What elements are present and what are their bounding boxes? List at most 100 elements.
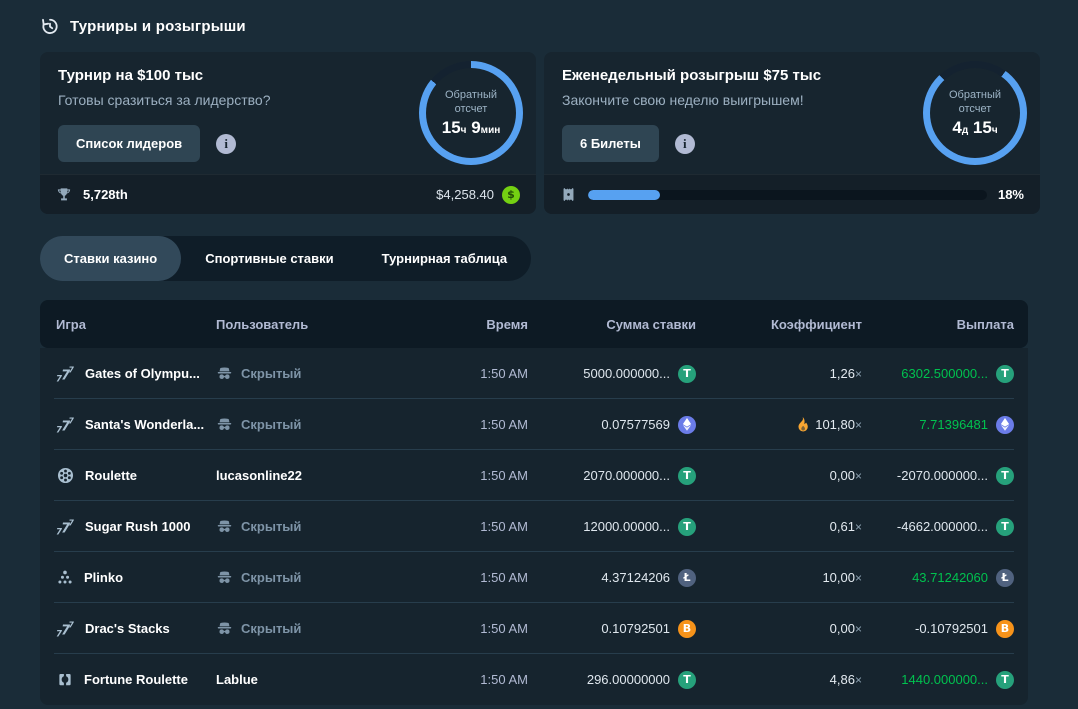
roulette-icon <box>56 466 75 485</box>
tournament-timer-icon <box>40 16 60 36</box>
game-cell[interactable]: Roulette <box>40 466 216 485</box>
tournament-card-footer: 5,728th $4,258.40 $ <box>40 174 536 214</box>
bet-amount-cell: 0.10792501 B <box>528 620 714 638</box>
column-header-time: Время <box>396 317 528 332</box>
tether-coin-icon: T <box>996 518 1014 536</box>
username: Lablue <box>216 672 258 687</box>
tether-coin-icon: T <box>678 467 696 485</box>
username: lucasonline22 <box>216 468 302 483</box>
tether-coin-icon: T <box>678 671 696 689</box>
tab-0[interactable]: Ставки казино <box>40 236 181 281</box>
incognito-icon <box>216 518 233 535</box>
plinko-icon <box>56 569 74 587</box>
svg-text:7: 7 <box>69 519 75 528</box>
game-cell[interactable]: 777 Sugar Rush 1000 <box>40 517 216 536</box>
user-cell[interactable]: lucasonline22 <box>216 468 396 483</box>
bet-amount: 296.00000000 <box>587 672 670 687</box>
raffle-progress-label: 18% <box>998 187 1024 202</box>
bet-amount: 5000.000000... <box>583 366 670 381</box>
leaderboard-button[interactable]: Список лидеров <box>58 125 200 162</box>
game-cell[interactable]: Fortune Roulette <box>40 671 216 689</box>
game-cell[interactable]: 777 Gates of Olympu... <box>40 364 216 383</box>
tab-2[interactable]: Турнирная таблица <box>358 236 531 281</box>
time-cell: 1:50 AM <box>396 468 528 483</box>
user-cell: Скрытый <box>216 365 396 382</box>
incognito-icon <box>216 569 233 586</box>
payout-amount: -4662.000000... <box>897 519 988 534</box>
table-header: Игра Пользователь Время Сумма ставки Коэ… <box>40 300 1028 348</box>
info-icon[interactable]: i <box>216 134 236 154</box>
table-body: 777 Gates of Olympu... Скрытый 1:50 AM 5… <box>40 348 1028 705</box>
multiplier-value: 1,26× <box>830 366 862 381</box>
tether-coin-icon: T <box>996 671 1014 689</box>
live-casino-icon <box>56 671 74 689</box>
tether-coin-icon: T <box>996 365 1014 383</box>
time-cell: 1:50 AM <box>396 519 528 534</box>
page-title: Турниры и розыгрыши <box>70 18 246 35</box>
payout-cell: 7.71396481 <box>864 416 1028 434</box>
game-cell[interactable]: 777 Santa's Wonderla... <box>40 415 216 434</box>
user-cell[interactable]: Lablue <box>216 672 396 687</box>
user-cell: Скрытый <box>216 620 396 637</box>
btc-coin-icon: B <box>678 620 696 638</box>
svg-text:7: 7 <box>69 366 75 375</box>
countdown-value: 4д 15ч <box>952 118 997 138</box>
game-cell[interactable]: 777 Drac's Stacks <box>40 619 216 638</box>
multiplier-cell: 1,26× <box>714 366 864 381</box>
table-row[interactable]: 777 Sugar Rush 1000 Скрытый 1:50 AM 1200… <box>40 501 1028 552</box>
time-cell: 1:50 AM <box>396 621 528 636</box>
usd-coin-icon: $ <box>502 186 520 204</box>
bet-amount: 0.10792501 <box>601 621 670 636</box>
payout-amount: 6302.500000... <box>901 366 988 381</box>
table-row[interactable]: Roulette lucasonline22 1:50 AM 2070.0000… <box>40 450 1028 501</box>
payout-cell: 43.71242060 Ł <box>864 569 1028 587</box>
column-header-bet: Сумма ставки <box>528 317 714 332</box>
incognito-icon <box>216 620 233 637</box>
eth-coin-icon <box>996 416 1014 434</box>
slots-icon: 777 <box>56 619 75 638</box>
tab-1[interactable]: Спортивные ставки <box>181 236 357 281</box>
bets-table: Игра Пользователь Время Сумма ставки Коэ… <box>40 300 1028 705</box>
table-row[interactable]: Plinko Скрытый 1:50 AM 4.37124206 Ł 10,0… <box>40 552 1028 603</box>
tickets-button[interactable]: 6 Билеты <box>562 125 659 162</box>
table-row[interactable]: 777 Gates of Olympu... Скрытый 1:50 AM 5… <box>40 348 1028 399</box>
time-cell: 1:50 AM <box>396 570 528 585</box>
countdown-value: 15ч 9мин <box>442 118 501 138</box>
ticket-icon <box>560 186 577 203</box>
column-header-payout: Выплата <box>864 317 1028 332</box>
countdown-label: Обратный <box>445 88 497 102</box>
tether-coin-icon: T <box>996 467 1014 485</box>
payout-amount: 7.71396481 <box>919 417 988 432</box>
column-header-multiplier: Коэффициент <box>714 317 864 332</box>
bet-amount: 12000.00000... <box>583 519 670 534</box>
tournament-prize: $4,258.40 $ <box>436 186 520 204</box>
payout-amount: -0.10792501 <box>915 621 988 636</box>
raffle-card-footer: 18% <box>544 174 1040 214</box>
user-cell: Скрытый <box>216 416 396 433</box>
promo-cards: Турнир на $100 тыс Готовы сразиться за л… <box>40 52 1040 214</box>
time-cell: 1:50 AM <box>396 366 528 381</box>
game-name: Plinko <box>84 570 123 585</box>
info-icon[interactable]: i <box>675 134 695 154</box>
multiplier-cell: 10,00× <box>714 570 864 585</box>
countdown-ring: Обратный отсчет 15ч 9мин <box>419 61 523 165</box>
multiplier-value: 0,00× <box>830 621 862 636</box>
table-row[interactable]: 777 Santa's Wonderla... Скрытый 1:50 AM … <box>40 399 1028 450</box>
multiplier-cell: 0,00× <box>714 468 864 483</box>
bet-amount-cell: 0.07577569 <box>528 416 714 434</box>
username: Скрытый <box>241 366 301 381</box>
payout-cell: -4662.000000... T <box>864 518 1028 536</box>
user-cell: Скрытый <box>216 518 396 535</box>
time-cell: 1:50 AM <box>396 672 528 687</box>
game-cell[interactable]: Plinko <box>40 569 216 587</box>
raffle-progress-bar <box>588 190 987 200</box>
table-row[interactable]: Fortune Roulette Lablue 1:50 AM 296.0000… <box>40 654 1028 705</box>
tournament-rank: 5,728th <box>83 187 128 202</box>
raffle-card: Еженедельный розыгрыш $75 тыс Закончите … <box>544 52 1040 214</box>
table-row[interactable]: 777 Drac's Stacks Скрытый 1:50 AM 0.1079… <box>40 603 1028 654</box>
payout-cell: 1440.000000... T <box>864 671 1028 689</box>
countdown-ring: Обратный отсчет 4д 15ч <box>923 61 1027 165</box>
ltc-coin-icon: Ł <box>996 569 1014 587</box>
tournament-card: Турнир на $100 тыс Готовы сразиться за л… <box>40 52 536 214</box>
payout-amount: 43.71242060 <box>912 570 988 585</box>
